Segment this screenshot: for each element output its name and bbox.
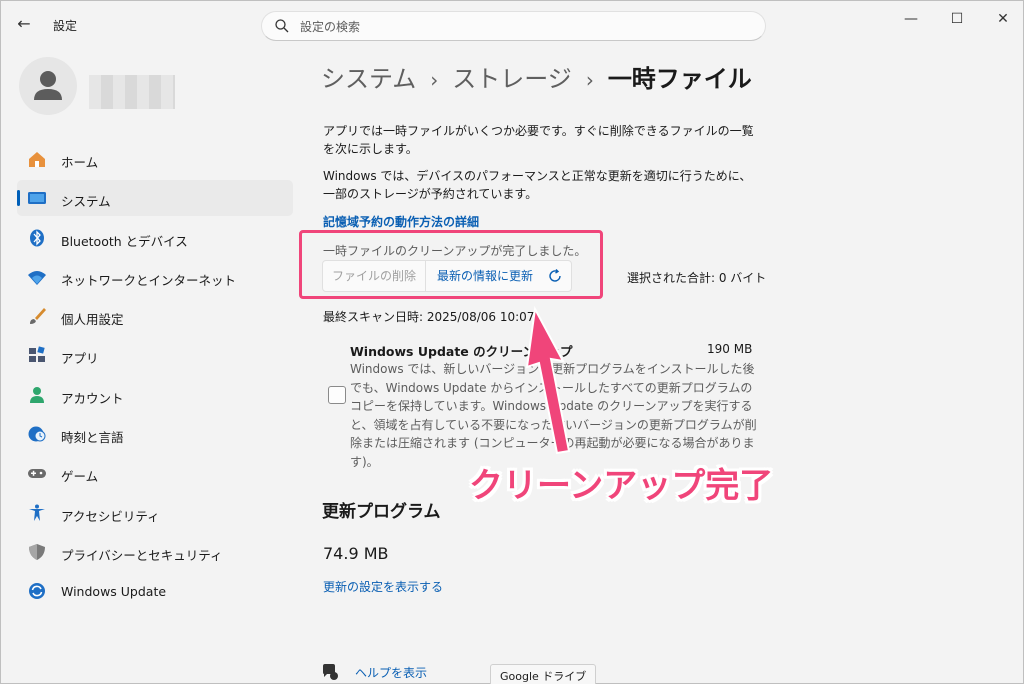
intro-text-2: Windows では、デバイスのパフォーマンスと正常な更新を適切に行うために、一… (323, 169, 752, 201)
sidebar-item-label: Windows Update (61, 584, 167, 600)
tooltip: Google ドライブ (490, 664, 597, 684)
annotation-arrow (525, 305, 571, 455)
page-title: 一時ファイル (607, 65, 752, 93)
last-scan-time: 最終スキャン日時: 2025/08/06 10:07 (323, 310, 535, 324)
gamepad-icon (28, 469, 46, 479)
back-arrow-icon[interactable]: ← (13, 13, 35, 35)
sidebar-item-privacy[interactable]: プライバシーとセキュリティ (17, 534, 293, 570)
sidebar-item-label: アプリ (61, 351, 99, 367)
sidebar-item-label: ホーム (61, 155, 99, 170)
sidebar-item-label: Bluetooth とデバイス (61, 233, 188, 249)
search-box[interactable] (261, 11, 766, 41)
sidebar-item-accessibility[interactable]: アクセシビリティ (17, 495, 293, 531)
help-link[interactable]: ヘルプを表示 (355, 664, 427, 681)
close-button[interactable]: ✕ (983, 7, 1023, 31)
sidebar-item-time-language[interactable]: 時刻と言語 (17, 416, 293, 452)
sidebar-item-label: ネットワークとインターネット (61, 272, 237, 288)
system-icon (28, 192, 46, 205)
storage-reserve-link[interactable]: 記憶域予約の動作方法の詳細 (323, 213, 479, 230)
breadcrumb-storage[interactable]: ストレージ (452, 65, 572, 93)
app-title: 設定 (53, 19, 78, 33)
intro-text-1: アプリでは一時ファイルがいくつか必要です。すぐに削除できるファイルの一覧を次に示… (323, 124, 754, 156)
accessibility-icon (29, 504, 45, 521)
wifi-icon (28, 270, 46, 285)
maximize-button[interactable]: ☐ (937, 7, 977, 31)
brush-icon (30, 308, 46, 325)
sidebar-item-label: システム (61, 194, 111, 210)
sidebar-item-apps[interactable]: アプリ (17, 337, 293, 373)
apps-icon (29, 346, 45, 363)
windows-update-cleanup-checkbox[interactable] (328, 386, 346, 404)
settings-window: ← 設定 — ☐ ✕ ホーム (0, 0, 1024, 684)
breadcrumb-system[interactable]: システム (321, 65, 416, 93)
sidebar-item-windows-update[interactable]: Windows Update (17, 573, 293, 609)
updates-size: 74.9 MB (323, 544, 389, 563)
sidebar-item-label: プライバシーとセキュリティ (61, 547, 223, 563)
search-icon (275, 19, 289, 33)
globe-clock-icon (28, 426, 46, 442)
sidebar-item-system[interactable]: システム (17, 180, 293, 217)
home-icon (29, 152, 45, 167)
account-icon (30, 386, 44, 403)
windows-update-cleanup-size: 190 MB (707, 342, 753, 356)
annotation-callout-text: クリーンアップ完了 (469, 466, 774, 506)
shield-icon (29, 543, 45, 560)
sidebar-item-label: 時刻と言語 (61, 430, 124, 446)
breadcrumb-separator: › (430, 68, 439, 92)
breadcrumb-separator: › (585, 68, 594, 92)
sidebar-item-gaming[interactable]: ゲーム (17, 455, 293, 491)
highlight-annotation-box (299, 230, 603, 299)
help-icon (323, 664, 338, 680)
search-input[interactable] (300, 17, 740, 37)
minimize-button[interactable]: — (891, 7, 931, 31)
sidebar-nav: ホーム システム Bluetooth とデバイス ネットワークとインターネット (17, 141, 293, 613)
sidebar-item-network[interactable]: ネットワークとインターネット (17, 259, 293, 295)
windows-update-icon (29, 583, 45, 600)
avatar (19, 57, 77, 115)
sidebar-item-bluetooth[interactable]: Bluetooth とデバイス (17, 220, 293, 256)
sidebar-item-label: 個人用設定 (61, 312, 124, 328)
sidebar-item-accounts[interactable]: アカウント (17, 377, 293, 413)
sidebar-item-label: ゲーム (61, 469, 99, 485)
profile-name-blurred (89, 75, 175, 109)
sidebar-item-label: アクセシビリティ (61, 508, 160, 524)
sidebar-item-personalization[interactable]: 個人用設定 (17, 298, 293, 334)
title-bar: ← 設定 — ☐ ✕ (1, 1, 1023, 45)
sidebar-item-home[interactable]: ホーム (17, 141, 293, 177)
updates-section-title: 更新プログラム (322, 502, 441, 522)
selected-total: 選択された合計: 0 バイト (627, 271, 767, 285)
update-settings-link[interactable]: 更新の設定を表示する (323, 578, 443, 595)
breadcrumb: システム › ストレージ › 一時ファイル (321, 59, 752, 94)
bluetooth-icon (30, 229, 44, 247)
sidebar-item-label: アカウント (61, 390, 124, 406)
